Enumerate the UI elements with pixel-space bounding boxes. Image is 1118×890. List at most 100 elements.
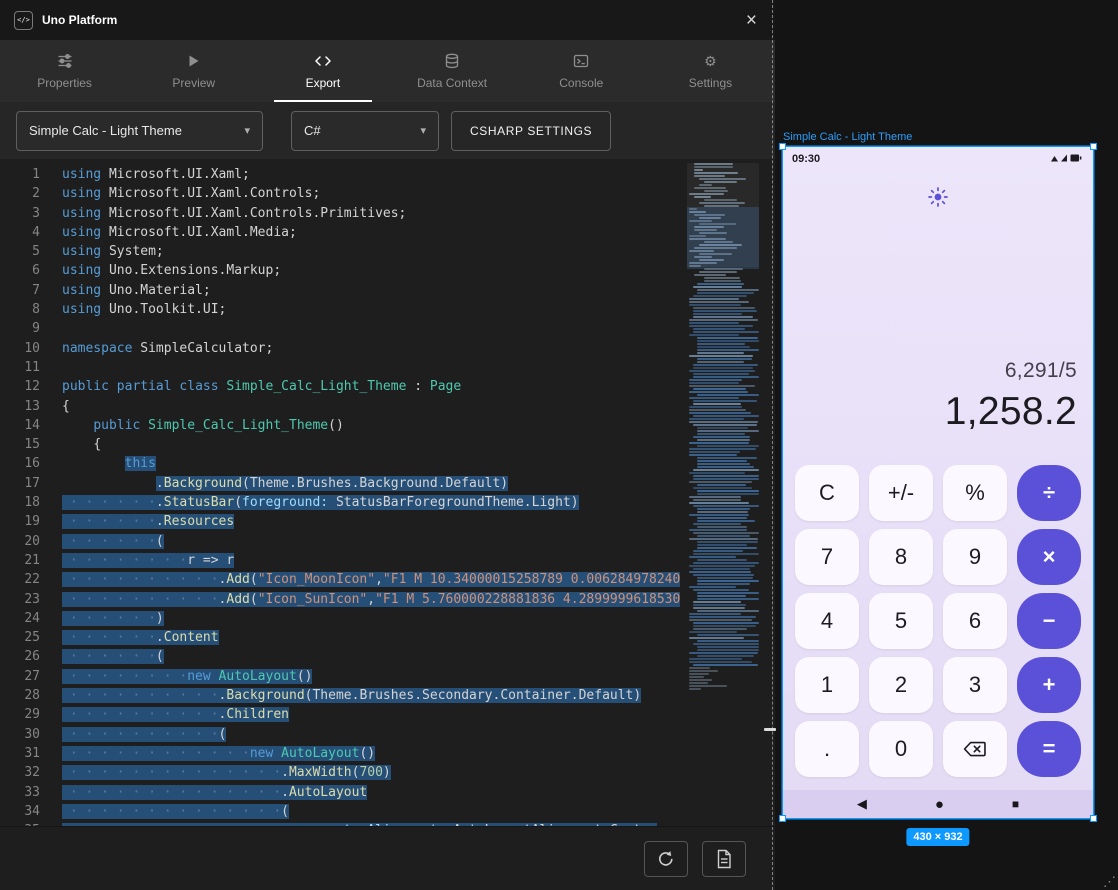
calc-display: 6,291/5 1,258.2 [945, 359, 1077, 434]
theme-dropdown[interactable]: Simple Calc - Light Theme ▾ [16, 111, 263, 151]
terminal-icon [573, 53, 589, 70]
selection-handle[interactable] [779, 815, 786, 822]
code-line: 14 public Simple_Calc_Light_Theme() [0, 416, 775, 435]
calc-key-percent[interactable]: % [943, 465, 1007, 521]
tab-export[interactable]: Export [258, 40, 387, 102]
code-line: 11 [0, 358, 775, 377]
play-icon [186, 53, 201, 70]
calc-key-equals[interactable]: = [1017, 721, 1081, 777]
calc-result: 1,258.2 [945, 390, 1077, 434]
divider-handle[interactable] [764, 728, 776, 731]
tab-label: Export [306, 76, 341, 90]
code-lines: 1using Microsoft.UI.Xaml;2using Microsof… [0, 165, 775, 826]
code-line: 18 · · · · · ·.StatusBar(foreground: Sta… [0, 493, 775, 512]
wifi-icon [1051, 156, 1058, 162]
calc-keypad: C+/-%÷ 789× 456− 123+.0 = [795, 465, 1081, 777]
frame-size-badge: 430 × 932 [906, 828, 969, 846]
selection-handle[interactable] [779, 143, 786, 150]
design-canvas[interactable]: Simple Calc - Light Theme 09:30 6,291/5 [775, 0, 1118, 890]
calc-key-zero[interactable]: 0 [869, 721, 933, 777]
code-line: 24 · · · · · ·) [0, 609, 775, 628]
code-line: 17 .Background(Theme.Brushes.Background.… [0, 474, 775, 493]
window-titlebar: </> Uno Platform × [0, 0, 775, 40]
code-line: 34 · · · · · · · · · · · · · ·( [0, 802, 775, 821]
code-line: 22 · · · · · · · · · ·.Add("Icon_MoonIco… [0, 570, 775, 589]
code-line: 33 · · · · · · · · · · · · · ·.AutoLayou… [0, 783, 775, 802]
code-line: 1using Microsoft.UI.Xaml; [0, 165, 775, 184]
calc-key-eight[interactable]: 8 [869, 529, 933, 585]
sliders-icon [57, 53, 73, 70]
tab-settings[interactable]: ⚙ Settings [646, 40, 775, 102]
code-line: 10namespace SimpleCalculator; [0, 339, 775, 358]
chevron-down-icon: ▾ [244, 124, 250, 137]
minimap[interactable] [687, 159, 759, 826]
frame-label[interactable]: Simple Calc - Light Theme [783, 131, 912, 143]
calc-key-two[interactable]: 2 [869, 657, 933, 713]
calc-key-multiply[interactable]: × [1017, 529, 1081, 585]
calc-key-four[interactable]: 4 [795, 593, 859, 649]
calc-key-divide[interactable]: ÷ [1017, 465, 1081, 521]
backspace-icon [962, 739, 988, 759]
tab-label: Data Context [417, 76, 487, 90]
gear-icon: ⚙ [704, 53, 717, 70]
code-line: 26 · · · · · ·( [0, 647, 775, 666]
calc-key-nine[interactable]: 9 [943, 529, 1007, 585]
refresh-button[interactable] [644, 841, 688, 877]
refresh-icon [656, 849, 676, 869]
code-line: 16 this [0, 454, 775, 473]
calc-key-one[interactable]: 1 [795, 657, 859, 713]
code-line: 23 · · · · · · · · · ·.Add("Icon_SunIcon… [0, 590, 775, 609]
uno-platform-logo-icon: </> [14, 11, 33, 30]
android-nav-bar: ◀ ● ■ [783, 790, 1093, 818]
export-file-button[interactable] [702, 841, 746, 877]
phone-frame[interactable]: 09:30 6,291/5 1,258.2 C+/-%÷ 789× 456− 123+… [783, 147, 1093, 818]
code-line: 4using Microsoft.UI.Xaml.Media; [0, 223, 775, 242]
theme-toggle-button[interactable] [922, 181, 954, 213]
calc-key-seven[interactable]: 7 [795, 529, 859, 585]
code-line: 15 { [0, 435, 775, 454]
resize-grip-icon[interactable]: ⋰ [1103, 874, 1116, 890]
language-dropdown-value: C# [304, 123, 321, 138]
code-icon [314, 53, 332, 70]
calc-key-decimal[interactable]: . [795, 721, 859, 777]
close-icon[interactable]: × [740, 9, 763, 32]
sun-icon [927, 186, 949, 208]
phone-screen: 09:30 6,291/5 1,258.2 C+/-%÷ 789× 456− 123+… [783, 147, 1093, 818]
code-editor[interactable]: 1using Microsoft.UI.Xaml;2using Microsof… [0, 159, 775, 826]
tab-preview[interactable]: Preview [129, 40, 258, 102]
csharp-settings-button[interactable]: CSHARP SETTINGS [451, 111, 611, 151]
window-resize-divider[interactable] [772, 0, 773, 890]
code-line: 27 · · · · · · · ·new AutoLayout() [0, 667, 775, 686]
code-line: 3using Microsoft.UI.Xaml.Controls.Primit… [0, 204, 775, 223]
tab-console[interactable]: Console [517, 40, 646, 102]
home-icon[interactable]: ● [935, 796, 944, 813]
tab-bar: Properties Preview Export Data Context [0, 40, 775, 102]
calc-key-plus-minus[interactable]: +/- [869, 465, 933, 521]
calc-key-clear[interactable]: C [795, 465, 859, 521]
calc-key-backspace[interactable] [943, 721, 1007, 777]
export-toolbar: Simple Calc - Light Theme ▾ C# ▾ CSHARP … [0, 102, 775, 159]
minimap-selection [687, 207, 759, 269]
calc-key-minus[interactable]: − [1017, 593, 1081, 649]
code-line: 32 · · · · · · · · · · · · · ·.MaxWidth(… [0, 763, 775, 782]
back-icon[interactable]: ◀ [857, 796, 867, 812]
code-line: 7using Uno.Material; [0, 281, 775, 300]
recents-icon[interactable]: ■ [1012, 797, 1019, 811]
selection-handle[interactable] [1090, 143, 1097, 150]
tab-data-context[interactable]: Data Context [388, 40, 517, 102]
calc-key-three[interactable]: 3 [943, 657, 1007, 713]
code-line: 2using Microsoft.UI.Xaml.Controls; [0, 184, 775, 203]
selection-handle[interactable] [1090, 815, 1097, 822]
code-line: 30 · · · · · · · · · ·( [0, 725, 775, 744]
calc-key-six[interactable]: 6 [943, 593, 1007, 649]
calc-key-plus[interactable]: + [1017, 657, 1081, 713]
status-time: 09:30 [792, 153, 820, 165]
calc-key-five[interactable]: 5 [869, 593, 933, 649]
bottom-action-bar [0, 826, 775, 890]
calc-expression: 6,291/5 [945, 359, 1077, 383]
chevron-down-icon: ▾ [420, 124, 426, 137]
tab-properties[interactable]: Properties [0, 40, 129, 102]
language-dropdown[interactable]: C# ▾ [291, 111, 439, 151]
code-line: 29 · · · · · · · · · ·.Children [0, 705, 775, 724]
code-line: 35 · · · · · · · · · · · · · · · ·counte… [0, 821, 775, 826]
